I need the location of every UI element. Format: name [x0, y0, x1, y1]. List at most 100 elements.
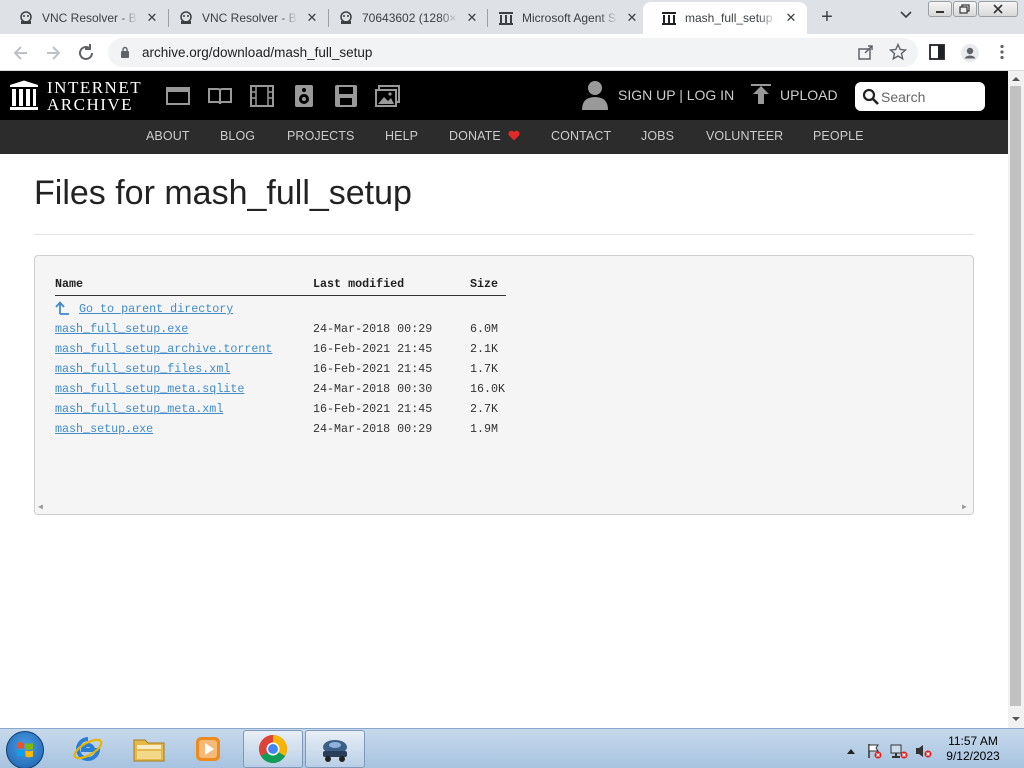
file-modified: 16-Feb-2021 21:45 [313, 402, 433, 416]
minimize-button[interactable] [928, 1, 952, 17]
archive-logo-text[interactable]: INTERNET ARCHIVE [47, 79, 142, 113]
file-modified: 24-Mar-2018 00:30 [313, 382, 433, 396]
file-size: 16.0K [470, 382, 506, 396]
file-link[interactable]: mash_full_setup_meta.xml [55, 402, 223, 416]
back-button[interactable] [9, 41, 33, 65]
column-name-header: Name [55, 277, 84, 291]
search-input[interactable] [881, 87, 981, 106]
file-link[interactable]: mash_full_setup.exe [55, 322, 188, 336]
tab-title: VNC Resolver - Br [42, 11, 138, 25]
divider [34, 234, 974, 235]
file-size: 2.7K [470, 402, 499, 416]
web-icon[interactable] [165, 84, 191, 108]
file-modified: 16-Feb-2021 21:45 [313, 342, 433, 356]
clock-time: 11:57 AM [948, 734, 998, 748]
sign-up-login-label: SIGN UP | LOG IN [618, 87, 735, 103]
nav-contact[interactable]: CONTACT [551, 129, 611, 143]
vnc-icon [338, 10, 354, 26]
network-icon[interactable] [890, 743, 908, 759]
texts-icon[interactable] [207, 84, 233, 108]
close-icon[interactable]: ✕ [624, 10, 640, 26]
file-modified: 24-Mar-2018 00:29 [313, 322, 433, 336]
table-row: mash_setup.exe 24-Mar-2018 00:29 1.9M [55, 422, 515, 438]
file-link[interactable]: mash_full_setup_files.xml [55, 362, 230, 376]
start-button[interactable] [6, 731, 44, 768]
chevron-down-icon[interactable] [896, 6, 916, 26]
forward-button[interactable] [41, 41, 65, 65]
site-search[interactable] [855, 82, 985, 111]
scroll-up-arrow[interactable] [1008, 73, 1024, 85]
file-link[interactable]: mash_setup.exe [55, 422, 153, 436]
heart-icon [508, 130, 520, 141]
chrome-icon[interactable] [243, 730, 303, 768]
volume-muted-icon[interactable] [914, 743, 932, 759]
vnc-viewer-icon[interactable] [305, 730, 365, 768]
table-row: mash_full_setup_meta.sqlite 24-Mar-2018 … [55, 382, 515, 398]
archive-icon [661, 10, 677, 26]
nav-blog[interactable]: BLOG [220, 129, 255, 143]
nav-people[interactable]: PEOPLE [813, 129, 864, 143]
side-panel-icon[interactable] [928, 43, 946, 61]
software-icon[interactable] [333, 84, 359, 108]
ia-header: INTERNET ARCHIVE SIGN UP | LOG IN UPLOAD… [0, 71, 1008, 120]
scrollbar-thumb[interactable] [1010, 86, 1021, 706]
close-icon[interactable]: ✕ [304, 10, 320, 26]
system-clock[interactable]: 11:57 AM 9/12/2023 [940, 734, 1006, 764]
nav-volunteer[interactable]: VOLUNTEER [706, 129, 783, 143]
bookmark-star-icon[interactable] [888, 42, 908, 61]
ia-secondary-nav: ABOUT BLOG PROJECTS HELP DONATE CONTACT … [0, 120, 1008, 154]
close-icon[interactable]: ✕ [464, 10, 480, 26]
parent-directory-link[interactable]: Go to parent directory [79, 302, 233, 316]
profile-avatar-icon[interactable] [960, 43, 979, 62]
nav-about[interactable]: ABOUT [146, 129, 190, 143]
nav-jobs[interactable]: JOBS [641, 129, 674, 143]
action-center-flag-icon[interactable] [866, 743, 882, 759]
lock-icon[interactable] [120, 46, 130, 58]
nav-projects[interactable]: PROJECTS [287, 129, 354, 143]
audio-icon[interactable] [291, 84, 317, 108]
images-icon[interactable] [375, 84, 401, 108]
column-size-header: Size [470, 277, 499, 291]
file-link[interactable]: mash_full_setup_archive.torrent [55, 342, 272, 356]
scroll-right-arrow[interactable]: ▶ [962, 502, 967, 512]
reload-button[interactable] [74, 41, 98, 65]
internet-explorer-icon[interactable] [58, 730, 118, 768]
nav-donate[interactable]: DONATE [449, 129, 520, 143]
page-title: Files for mash_full_setup [34, 174, 412, 212]
sign-up-login-link[interactable]: SIGN UP | LOG IN [580, 80, 734, 110]
close-window-button[interactable] [978, 1, 1018, 17]
tab-vnc-session[interactable]: 70643602 (1280× ✕ [320, 2, 488, 34]
restore-button[interactable] [953, 1, 977, 17]
table-row: mash_full_setup.exe 24-Mar-2018 00:29 6.… [55, 322, 515, 338]
vnc-icon [18, 10, 34, 26]
tab-title: 70643602 (1280× [362, 11, 457, 25]
file-modified: 24-Mar-2018 00:29 [313, 422, 433, 436]
tab-vnc-resolver-2[interactable]: VNC Resolver - Br ✕ [160, 2, 328, 34]
more-menu-icon[interactable] [993, 43, 1011, 61]
upload-link[interactable]: UPLOAD [750, 80, 838, 110]
new-tab-button[interactable]: + [815, 6, 839, 28]
tab-microsoft-agent[interactable]: Microsoft Agent S ✕ [480, 2, 648, 34]
show-hidden-icons-icon[interactable] [846, 747, 856, 755]
video-icon[interactable] [249, 84, 275, 108]
close-icon[interactable]: ✕ [144, 10, 160, 26]
address-bar[interactable]: archive.org/download/mash_full_setup [108, 38, 918, 67]
file-explorer-icon[interactable] [119, 730, 179, 768]
scroll-left-arrow[interactable]: ◀ [38, 502, 43, 512]
up-arrow-icon[interactable] [55, 301, 71, 319]
logo-line-2: ARCHIVE [47, 95, 134, 114]
nav-help[interactable]: HELP [385, 129, 418, 143]
media-player-icon[interactable] [178, 730, 238, 768]
browser-toolbar: archive.org/download/mash_full_setup [0, 34, 1024, 71]
file-link[interactable]: mash_full_setup_meta.sqlite [55, 382, 244, 396]
share-icon[interactable] [857, 43, 875, 61]
tab-vnc-resolver-1[interactable]: VNC Resolver - Br ✕ [0, 2, 168, 34]
archive-logo-icon[interactable] [9, 80, 39, 111]
url-text[interactable]: archive.org/download/mash_full_setup [142, 45, 372, 60]
page-scrollbar[interactable] [1008, 71, 1024, 728]
scroll-down-arrow[interactable] [1008, 713, 1024, 725]
search-icon[interactable] [862, 88, 880, 106]
table-header: Name Last modified Size [55, 277, 506, 296]
tab-mash-full-setup[interactable]: mash_full_setup d ✕ [643, 2, 807, 34]
close-icon[interactable]: ✕ [783, 10, 799, 26]
